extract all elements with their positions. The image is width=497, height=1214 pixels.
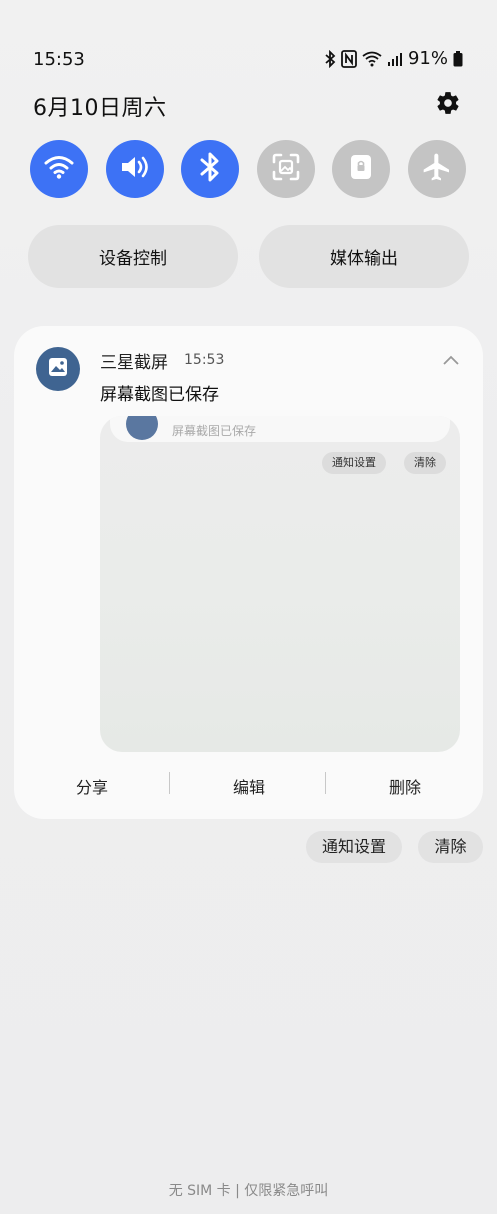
divider xyxy=(169,772,170,794)
image-icon xyxy=(48,357,68,381)
date-text[interactable]: 6月10日周六 xyxy=(33,90,167,122)
airplane-icon xyxy=(421,151,453,187)
notification-card[interactable]: 三星截屏 15:53 屏幕截图已保存 屏幕截图已保存 通知设置 清除 分享 编辑… xyxy=(14,326,483,819)
screenshot-toggle[interactable] xyxy=(257,140,315,198)
airplane-toggle[interactable] xyxy=(408,140,466,198)
device-control-button[interactable]: 设备控制 xyxy=(28,225,238,288)
status-icons: 91% xyxy=(324,48,463,69)
preview-clear-button: 清除 xyxy=(404,452,446,474)
lock-icon xyxy=(348,152,374,186)
divider xyxy=(325,772,326,794)
app-avatar xyxy=(36,347,80,391)
sound-toggle[interactable] xyxy=(106,140,164,198)
wifi-toggle[interactable] xyxy=(30,140,88,198)
share-button[interactable]: 分享 xyxy=(42,774,142,798)
notification-time: 15:53 xyxy=(184,352,225,368)
battery-icon xyxy=(453,50,463,67)
status-bar: 15:53 91% xyxy=(0,0,497,70)
signal-icon xyxy=(387,51,403,67)
wifi-icon xyxy=(44,154,74,184)
bluetooth-icon xyxy=(199,152,221,186)
nfc-icon xyxy=(341,49,357,68)
preview-notification: 屏幕截图已保存 xyxy=(110,416,450,442)
gear-icon[interactable] xyxy=(435,90,461,116)
bluetooth-icon xyxy=(324,49,336,68)
delete-button[interactable]: 删除 xyxy=(355,774,455,798)
notification-app-name: 三星截屏 xyxy=(100,353,168,373)
clear-all-button[interactable]: 清除 xyxy=(418,831,483,863)
battery-percent: 91% xyxy=(407,48,448,69)
sim-status: 无 SIM 卡 | 仅限紧急呼叫 xyxy=(168,1183,329,1199)
preview-settings-button: 通知设置 xyxy=(322,452,386,474)
status-time: 15:53 xyxy=(33,49,85,70)
chevron-up-icon[interactable] xyxy=(443,350,459,365)
date-row: 6月10日周六 xyxy=(33,90,463,122)
notification-settings-button[interactable]: 通知设置 xyxy=(306,831,402,863)
screen-capture-icon xyxy=(271,152,301,186)
notification-message: 屏幕截图已保存 xyxy=(100,385,219,405)
wifi-icon xyxy=(362,51,382,67)
screenshot-preview[interactable]: 屏幕截图已保存 通知设置 清除 xyxy=(100,416,460,752)
quick-settings xyxy=(30,140,470,198)
edit-button[interactable]: 编辑 xyxy=(199,774,299,798)
preview-avatar xyxy=(126,416,158,440)
media-output-button[interactable]: 媒体输出 xyxy=(259,225,469,288)
speaker-icon xyxy=(119,153,151,185)
preview-title: 屏幕截图已保存 xyxy=(172,424,257,438)
bluetooth-toggle[interactable] xyxy=(181,140,239,198)
lock-toggle[interactable] xyxy=(332,140,390,198)
